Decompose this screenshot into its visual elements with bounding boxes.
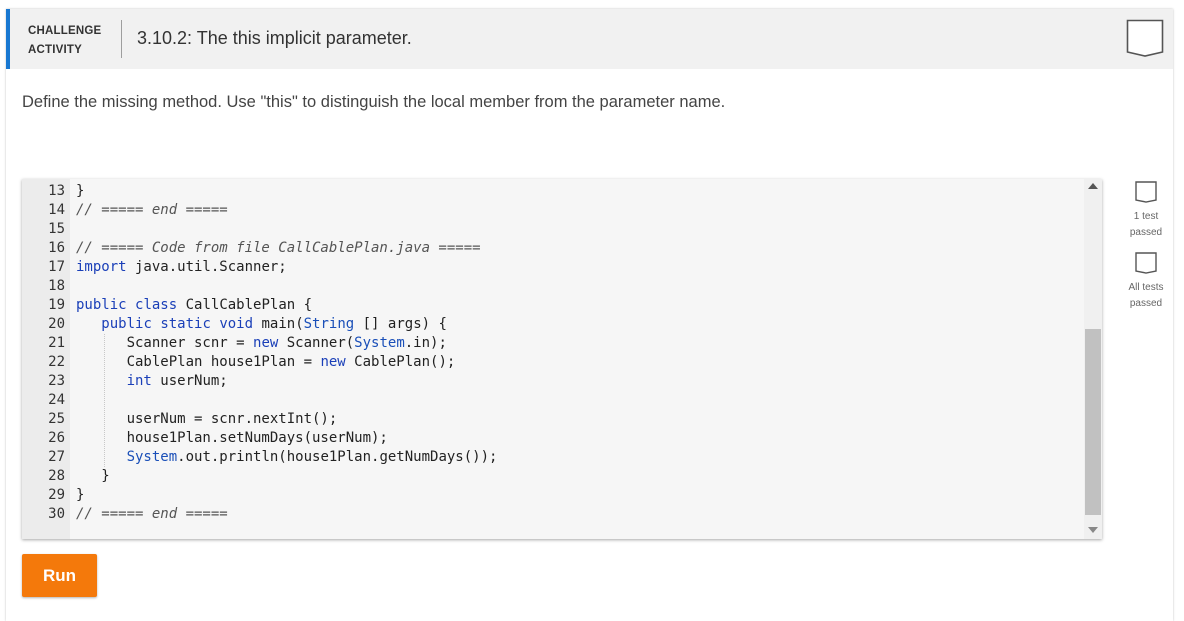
challenge-activity-label: CHALLENGE ACTIVITY (28, 22, 101, 60)
line-number: 14 (48, 202, 65, 218)
completion-badge-icon (1126, 19, 1164, 57)
line-number: 22 (48, 354, 65, 370)
line-number: 28 (48, 468, 65, 484)
editor-scrollbar[interactable] (1084, 179, 1102, 539)
test-badge-icon (1135, 181, 1157, 203)
header-divider (121, 20, 122, 58)
code-text[interactable]: // ===== Code from file CallCablePlan.ja… (76, 239, 481, 258)
test2-line1: All tests (1128, 282, 1164, 293)
line-number: 17 (48, 259, 65, 275)
line-number: 26 (48, 430, 65, 446)
scroll-down-icon[interactable] (1088, 527, 1098, 533)
code-text[interactable]: CablePlan house1Plan = new CablePlan(); (76, 353, 456, 372)
line-number: 18 (48, 278, 65, 294)
line-number: 30 (48, 506, 65, 522)
code-text[interactable]: import java.util.Scanner; (76, 258, 287, 277)
code-text[interactable]: System.out.println(house1Plan.getNumDays… (76, 448, 498, 467)
indent-guide (104, 334, 105, 467)
code-text[interactable]: // ===== end ===== (76, 201, 228, 220)
test1-line2: passed (1129, 227, 1163, 238)
run-button[interactable]: Run (22, 554, 97, 597)
challenge-title: 3.10.2: The this implicit parameter. (137, 28, 412, 48)
line-number: 15 (48, 221, 65, 237)
code-text[interactable]: Scanner scnr = new Scanner(System.in); (76, 334, 447, 353)
all-tests-badge-icon (1135, 252, 1157, 274)
scroll-up-icon[interactable] (1088, 183, 1098, 189)
test-status-one: 1 test passed (1116, 181, 1176, 241)
scrollbar-thumb[interactable] (1085, 329, 1101, 515)
line-number: 20 (48, 316, 65, 332)
line-number: 16 (48, 240, 65, 256)
code-text[interactable]: } (76, 467, 109, 486)
test-status-text: 1 test passed (1116, 209, 1176, 241)
test2-line2: passed (1129, 298, 1163, 309)
code-text[interactable]: } (76, 182, 84, 201)
line-number: 21 (48, 335, 65, 351)
line-number: 13 (48, 183, 65, 199)
challenge-header: CHALLENGE ACTIVITY 3.10.2: The this impl… (6, 9, 1173, 69)
code-text[interactable]: } (76, 486, 84, 505)
challenge-label-line1: CHALLENGE (28, 25, 102, 37)
code-text[interactable]: int userNum; (76, 372, 228, 391)
all-tests-status-text: All tests passed (1116, 280, 1176, 312)
test-status-all: All tests passed (1116, 252, 1176, 312)
code-area[interactable]: 13} 14 // ===== end ===== 15 16 // ===== Code… (22, 179, 1082, 539)
instructions-text: Define the missing method. Use "this" to… (22, 93, 726, 111)
line-number: 27 (48, 449, 65, 465)
challenge-card: CHALLENGE ACTIVITY 3.10.2: The this impl… (6, 9, 1173, 621)
code-text[interactable]: public static void main(String [] args) … (76, 315, 447, 334)
code-text[interactable]: public class CallCablePlan { (76, 296, 312, 315)
line-number: 25 (48, 411, 65, 427)
code-text[interactable]: userNum = scnr.nextInt(); (76, 410, 338, 429)
code-editor[interactable]: 13} 14 // ===== end ===== 15 16 // ===== Code… (22, 179, 1102, 539)
challenge-label-line2: ACTIVITY (28, 44, 82, 56)
test1-line1: 1 test (1133, 211, 1159, 222)
line-number: 19 (48, 297, 65, 313)
code-text[interactable]: house1Plan.setNumDays(userNum); (76, 429, 388, 448)
line-number: 24 (48, 392, 65, 408)
line-number: 23 (48, 373, 65, 389)
line-number: 29 (48, 487, 65, 503)
code-text[interactable]: // ===== end ===== (76, 505, 228, 524)
